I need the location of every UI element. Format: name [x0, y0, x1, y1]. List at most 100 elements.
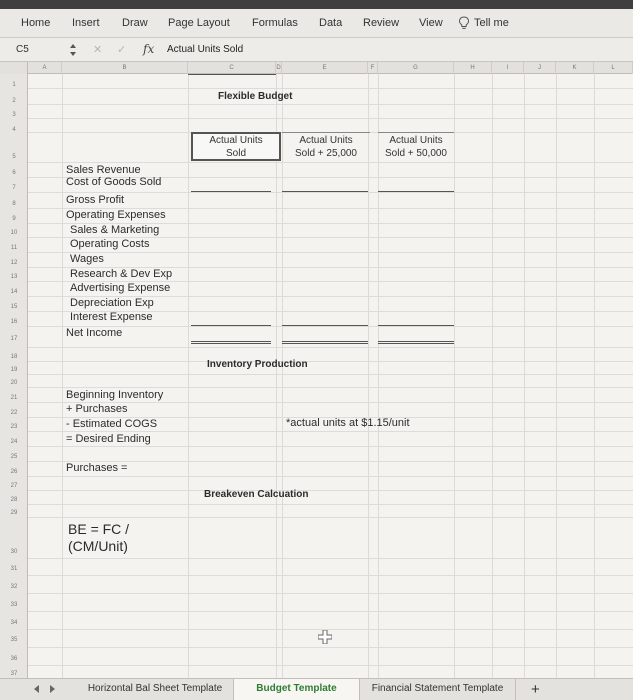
line-item[interactable]: Interest Expense	[70, 311, 153, 323]
next-sheet-icon[interactable]	[50, 685, 55, 693]
row-header-29[interactable]: 29	[0, 510, 28, 516]
tab-view[interactable]: View	[419, 17, 443, 29]
row-header-8[interactable]: 8	[0, 201, 28, 207]
header-actual-units-50000[interactable]: Actual Units Sold + 50,000	[378, 134, 454, 160]
row-header-15[interactable]: 15	[0, 304, 28, 310]
confirm-entry-icon[interactable]: ✓	[117, 43, 126, 56]
line-item[interactable]: Sales Revenue	[66, 164, 141, 176]
row-header-16[interactable]: 16	[0, 319, 28, 325]
row-header-28[interactable]: 28	[0, 497, 28, 503]
inventory-item[interactable]: Beginning Inventory	[66, 389, 163, 401]
formula-input[interactable]: Actual Units Sold	[167, 44, 243, 55]
row-header-1[interactable]: 1	[0, 82, 28, 88]
column-header-b[interactable]: B	[62, 62, 188, 74]
tab-data[interactable]: Data	[319, 17, 342, 29]
tab-insert[interactable]: Insert	[72, 17, 100, 29]
row-header-35[interactable]: 35	[0, 637, 28, 643]
inventory-item[interactable]: + Purchases	[66, 403, 127, 415]
row-header-26[interactable]: 26	[0, 469, 28, 475]
row-header-37[interactable]: 37	[0, 671, 28, 677]
tab-home[interactable]: Home	[21, 17, 50, 29]
inventory-item[interactable]: = Desired Ending	[66, 433, 151, 445]
row-header-30[interactable]: 30	[0, 549, 28, 555]
column-header-a[interactable]: A	[28, 62, 62, 74]
cell-border	[282, 325, 368, 326]
line-item[interactable]: Operating Costs	[70, 238, 149, 250]
row-header-36[interactable]: 36	[0, 656, 28, 662]
row-header-18[interactable]: 18	[0, 354, 28, 360]
row-header-2[interactable]: 2	[0, 98, 28, 104]
column-header-g[interactable]: G	[378, 62, 454, 74]
row-header-34[interactable]: 34	[0, 620, 28, 626]
tab-formulas[interactable]: Formulas	[252, 17, 298, 29]
row-header-10[interactable]: 10	[0, 230, 28, 236]
line-item[interactable]: Wages	[70, 253, 104, 265]
column-header-j[interactable]: J	[524, 62, 556, 74]
line-item[interactable]: Depreciation Exp	[70, 297, 154, 309]
row-header-5[interactable]: 5	[0, 154, 28, 160]
line-item[interactable]: Sales & Marketing	[70, 224, 159, 236]
spreadsheet-grid[interactable]: Flexible Budget Actual Units Sold Actual…	[28, 74, 633, 678]
column-header-h[interactable]: H	[454, 62, 492, 74]
row-header-23[interactable]: 23	[0, 424, 28, 430]
line-item[interactable]: Research & Dev Exp	[70, 268, 172, 280]
column-header-l[interactable]: L	[594, 62, 633, 74]
name-box-dropdown-icon[interactable]	[69, 42, 77, 58]
tab-page-layout[interactable]: Page Layout	[168, 17, 230, 29]
column-header-c[interactable]: C	[188, 62, 276, 74]
inventory-production-title: Inventory Production	[207, 359, 308, 370]
breakeven-formula[interactable]: BE = FC / (CM/Unit)	[68, 521, 129, 555]
row-header-11[interactable]: 11	[0, 245, 28, 251]
header-actual-units-25000[interactable]: Actual Units Sold + 25,000	[282, 134, 370, 160]
row-header-27[interactable]: 27	[0, 483, 28, 489]
tell-me-search[interactable]: Tell me	[474, 17, 509, 29]
prev-sheet-icon[interactable]	[34, 685, 39, 693]
select-all-corner[interactable]	[0, 62, 28, 74]
line-item[interactable]: Gross Profit	[66, 194, 124, 206]
row-header-14[interactable]: 14	[0, 289, 28, 295]
column-header-i[interactable]: I	[492, 62, 524, 74]
column-header-e[interactable]: E	[282, 62, 368, 74]
row-header-22[interactable]: 22	[0, 410, 28, 416]
row-header-9[interactable]: 9	[0, 216, 28, 222]
add-sheet-button[interactable]: +	[531, 681, 540, 698]
row-header-24[interactable]: 24	[0, 439, 28, 445]
row-header-19[interactable]: 19	[0, 367, 28, 373]
row-header-7[interactable]: 7	[0, 185, 28, 191]
column-header-f[interactable]: F	[368, 62, 378, 74]
row-header-20[interactable]: 20	[0, 380, 28, 386]
row-header-3[interactable]: 3	[0, 112, 28, 118]
gridline	[28, 517, 633, 518]
tab-review[interactable]: Review	[363, 17, 399, 29]
line-item[interactable]: Advertising Expense	[70, 282, 170, 294]
row-header-12[interactable]: 12	[0, 260, 28, 266]
inventory-item[interactable]: - Estimated COGS	[66, 418, 157, 430]
sheet-tab-budget-template[interactable]: Budget Template	[234, 679, 360, 700]
sheet-tab-horizontal-bal-sheet[interactable]: Horizontal Bal Sheet Template	[77, 679, 234, 700]
insert-function-icon[interactable]: fx	[143, 42, 154, 56]
line-item[interactable]: Cost of Goods Sold	[66, 176, 161, 188]
cancel-entry-icon[interactable]: ✕	[93, 43, 102, 56]
row-header-31[interactable]: 31	[0, 566, 28, 572]
tab-draw[interactable]: Draw	[122, 17, 148, 29]
line-item[interactable]: Operating Expenses	[66, 209, 166, 221]
row-header-25[interactable]: 25	[0, 454, 28, 460]
row-header-33[interactable]: 33	[0, 602, 28, 608]
row-header-6[interactable]: 6	[0, 170, 28, 176]
purchases-label[interactable]: Purchases =	[66, 462, 127, 474]
header-actual-units-sold[interactable]: Actual Units Sold	[193, 134, 279, 160]
name-box[interactable]: C5	[16, 44, 29, 55]
lightbulb-icon[interactable]	[458, 16, 470, 30]
line-item[interactable]: Net Income	[66, 327, 122, 339]
row-header-13[interactable]: 13	[0, 274, 28, 280]
gridline	[28, 361, 633, 362]
gridline	[28, 558, 633, 559]
sheet-tab-financial-statement[interactable]: Financial Statement Template	[360, 679, 516, 700]
row-header-32[interactable]: 32	[0, 584, 28, 590]
row-header-4[interactable]: 4	[0, 127, 28, 133]
cell-border	[282, 191, 368, 192]
row-header-17[interactable]: 17	[0, 336, 28, 342]
row-header-21[interactable]: 21	[0, 395, 28, 401]
column-header-k[interactable]: K	[556, 62, 594, 74]
inventory-note[interactable]: *actual units at $1.15/unit	[286, 417, 410, 429]
